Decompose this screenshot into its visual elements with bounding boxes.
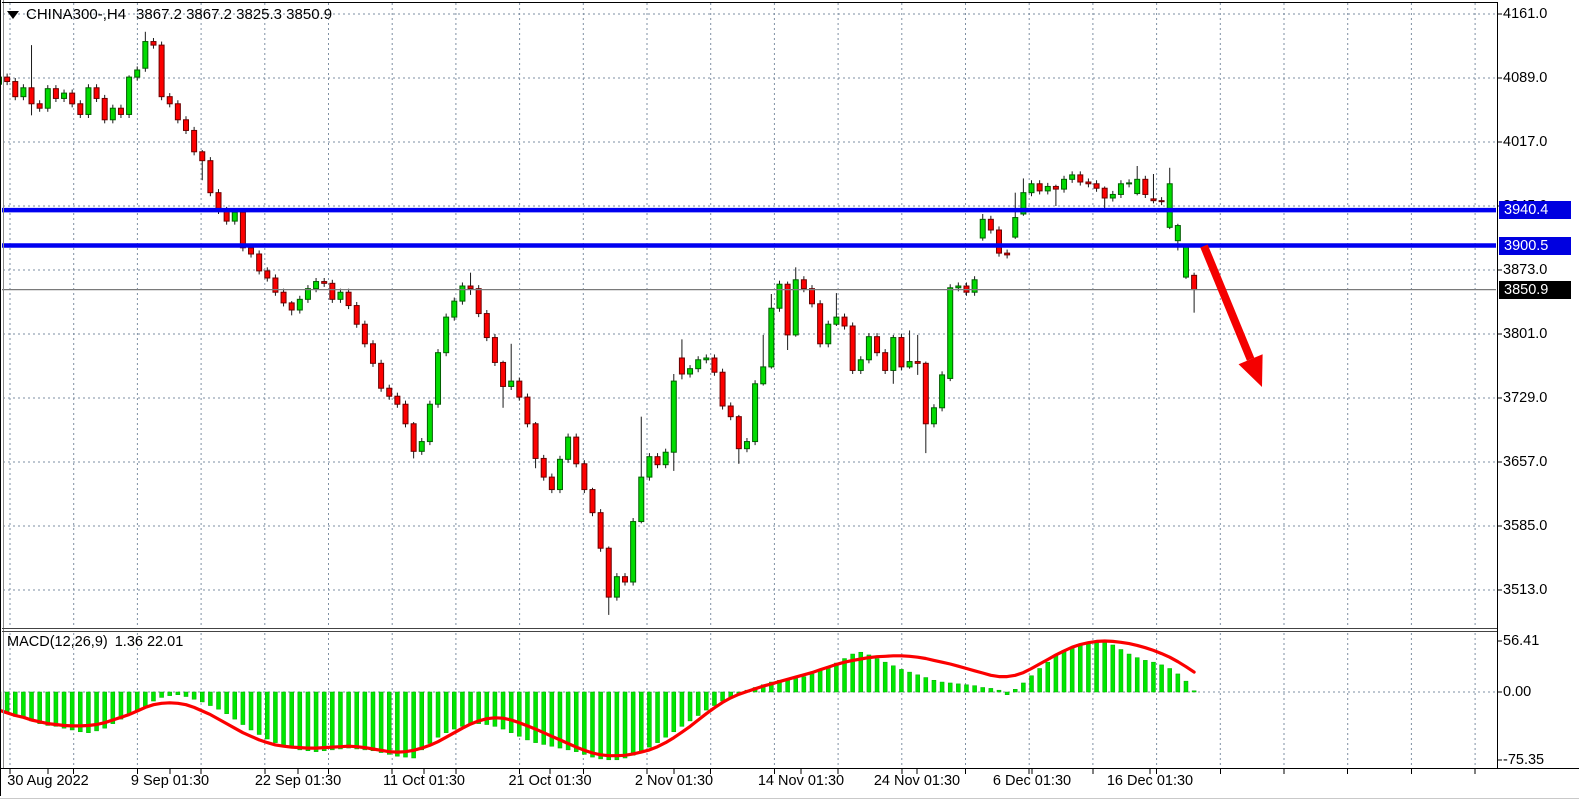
price-chart-canvas[interactable] <box>0 0 1579 803</box>
price-axis-label: 3873.0 <box>1503 262 1547 278</box>
symbol-label: CHINA300-,H4 <box>26 6 126 23</box>
price-axis-label: 4161.0 <box>1503 6 1547 22</box>
level-price-badge: 3940.4 <box>1499 201 1571 219</box>
trend-arrow[interactable] <box>1204 246 1263 387</box>
macd-axis-label: -75.35 <box>1503 752 1544 768</box>
price-axis-label: 3657.0 <box>1503 454 1547 470</box>
bid-price-badge: 3850.9 <box>1499 281 1571 299</box>
symbol-dropdown-icon[interactable] <box>7 11 19 19</box>
time-axis-label: 30 Aug 2022 <box>7 773 88 789</box>
ohlc-values: 3867.2 3867.2 3825.3 3850.9 <box>136 6 332 23</box>
price-axis-label: 4017.0 <box>1503 134 1547 150</box>
time-axis-label: 16 Dec 01:30 <box>1107 773 1193 789</box>
macd-histogram <box>0 641 1196 759</box>
time-axis-label: 24 Nov 01:30 <box>874 773 960 789</box>
macd-signal-line <box>0 641 1194 756</box>
price-axis-label: 3585.0 <box>1503 518 1547 534</box>
time-axis-label: 21 Oct 01:30 <box>508 773 591 789</box>
time-axis-label: 14 Nov 01:30 <box>758 773 844 789</box>
macd-axis-label: 0.00 <box>1503 684 1531 700</box>
time-axis-label: 6 Dec 01:30 <box>993 773 1071 789</box>
time-axis-label: 22 Sep 01:30 <box>255 773 341 789</box>
time-axis-label: 11 Oct 01:30 <box>383 773 465 789</box>
chart-title: CHINA300-,H4 3867.2 3867.2 3825.3 3850.9 <box>7 6 332 23</box>
macd-axis-label: 56.41 <box>1503 633 1539 649</box>
price-axis-label: 3513.0 <box>1503 582 1547 598</box>
macd-values: 1.36 22.01 <box>115 634 184 650</box>
time-axis-label: 2 Nov 01:30 <box>635 773 713 789</box>
macd-indicator-label: MACD(12,26,9) 1.36 22.01 <box>7 634 183 650</box>
grid-lines <box>3 3 1496 767</box>
macd-label: MACD(12,26,9) <box>7 634 108 650</box>
chart-window: CHINA300-,H43867.2 3867.2 3825.3 3850.9 … <box>0 0 1579 803</box>
time-axis-label: 9 Sep 01:30 <box>131 773 209 789</box>
candlesticks <box>0 32 1197 615</box>
price-axis-label: 4089.0 <box>1503 70 1547 86</box>
price-axis-label: 3729.0 <box>1503 390 1547 406</box>
level-price-badge: 3900.5 <box>1499 237 1571 255</box>
price-axis-label: 3801.0 <box>1503 326 1547 342</box>
